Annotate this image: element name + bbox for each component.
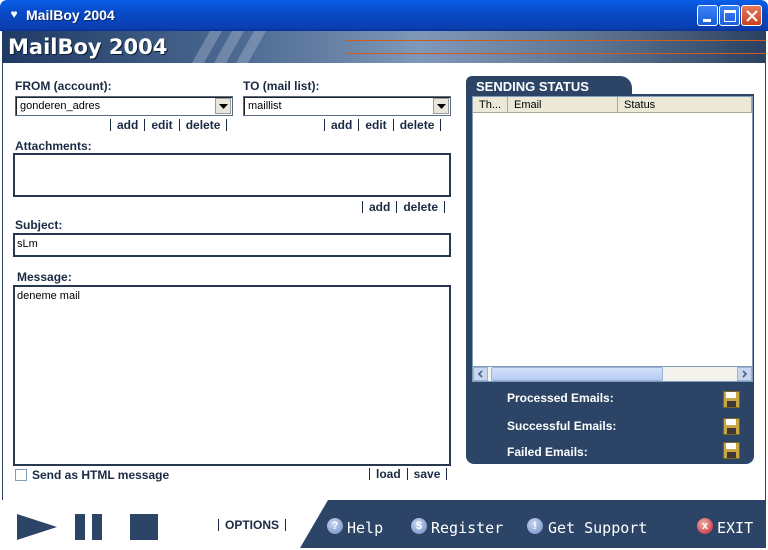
help-button[interactable]: Help bbox=[347, 519, 383, 537]
html-message-label[interactable]: Send as HTML message bbox=[32, 468, 169, 482]
minimize-icon bbox=[703, 19, 711, 22]
scroll-left-button[interactable] bbox=[473, 367, 488, 381]
from-add-link[interactable]: add bbox=[110, 119, 144, 131]
exclamation-icon[interactable]: ! bbox=[527, 518, 543, 534]
banner-decoration bbox=[192, 31, 266, 63]
to-maillist-select[interactable]: maillist bbox=[243, 96, 451, 116]
message-textarea[interactable]: deneme mail bbox=[13, 285, 451, 466]
horizontal-scrollbar[interactable] bbox=[472, 366, 753, 382]
banner-stripe bbox=[346, 53, 766, 54]
window-title: MailBoy 2004 bbox=[26, 7, 115, 23]
scroll-right-button[interactable] bbox=[737, 367, 752, 381]
minimize-button[interactable] bbox=[697, 5, 718, 26]
attachments-list[interactable] bbox=[13, 153, 451, 197]
options-button[interactable]: OPTIONS bbox=[218, 519, 287, 531]
from-edit-link[interactable]: edit bbox=[144, 119, 178, 131]
subject-input[interactable]: sLm bbox=[13, 233, 451, 257]
to-edit-link[interactable]: edit bbox=[358, 119, 392, 131]
column-header-status[interactable]: Status bbox=[618, 97, 752, 113]
column-header-email[interactable]: Email bbox=[508, 97, 618, 113]
get-support-button[interactable]: Get Support bbox=[548, 519, 647, 537]
bottom-toolbar bbox=[2, 500, 766, 548]
to-delete-link[interactable]: delete bbox=[392, 119, 442, 131]
to-label: TO (mail list): bbox=[243, 79, 320, 93]
maximize-icon bbox=[724, 10, 736, 22]
play-icon[interactable] bbox=[17, 514, 57, 540]
x-icon[interactable]: x bbox=[697, 518, 713, 534]
app-banner: MailBoy 2004 bbox=[2, 31, 766, 63]
from-label: FROM (account): bbox=[15, 79, 112, 93]
window-titlebar[interactable]: ♥ MailBoy 2004 bbox=[0, 0, 768, 31]
subject-label: Subject: bbox=[15, 218, 63, 232]
attachments-add-link[interactable]: add bbox=[362, 201, 396, 213]
to-maillist-value: maillist bbox=[248, 100, 282, 112]
floppy-disk-icon[interactable] bbox=[723, 442, 740, 459]
app-logo: MailBoy 2004 bbox=[8, 35, 168, 59]
from-links: add edit delete bbox=[110, 118, 228, 132]
chevron-down-icon[interactable] bbox=[433, 98, 449, 114]
pause-icon[interactable] bbox=[75, 514, 103, 540]
app-heart-icon[interactable]: ♥ bbox=[7, 8, 21, 21]
sending-status-title: SENDING STATUS bbox=[476, 79, 589, 94]
close-icon bbox=[746, 10, 758, 22]
from-delete-link[interactable]: delete bbox=[178, 119, 228, 131]
message-links: load save bbox=[369, 467, 448, 481]
message-load-link[interactable]: load bbox=[369, 468, 407, 480]
html-message-checkbox[interactable] bbox=[15, 469, 27, 481]
dollar-icon[interactable]: $ bbox=[411, 518, 427, 534]
sending-status-tab: SENDING STATUS bbox=[466, 76, 632, 96]
column-header-thread[interactable]: Th... bbox=[473, 97, 508, 113]
close-button[interactable] bbox=[741, 5, 762, 26]
register-button[interactable]: Register bbox=[431, 519, 503, 537]
from-account-value: gonderen_adres bbox=[20, 100, 101, 112]
from-account-select[interactable]: gonderen_adres bbox=[15, 96, 233, 116]
processed-emails-label: Processed Emails: bbox=[507, 391, 614, 405]
chevron-down-icon[interactable] bbox=[215, 98, 231, 114]
to-links: add edit delete bbox=[324, 118, 442, 132]
maximize-button[interactable] bbox=[719, 5, 740, 26]
attachments-delete-link[interactable]: delete bbox=[396, 201, 446, 213]
scroll-thumb[interactable] bbox=[491, 367, 663, 381]
chevron-right-icon bbox=[742, 370, 748, 378]
to-add-link[interactable]: add bbox=[324, 119, 358, 131]
stop-icon[interactable] bbox=[130, 514, 158, 540]
attachments-links: add delete bbox=[362, 200, 446, 214]
successful-emails-label: Successful Emails: bbox=[507, 419, 617, 433]
banner-stripe bbox=[346, 40, 766, 41]
message-label: Message: bbox=[17, 270, 72, 284]
subject-value: sLm bbox=[17, 238, 38, 250]
floppy-disk-icon[interactable] bbox=[723, 418, 740, 435]
message-value: deneme mail bbox=[17, 290, 80, 302]
options-link-group: OPTIONS bbox=[218, 518, 287, 532]
message-save-link[interactable]: save bbox=[406, 468, 448, 480]
chevron-left-icon bbox=[477, 370, 483, 378]
attachments-label: Attachments: bbox=[15, 139, 92, 153]
exit-button[interactable]: EXIT bbox=[717, 519, 753, 537]
floppy-disk-icon[interactable] bbox=[723, 391, 740, 408]
failed-emails-label: Failed Emails: bbox=[507, 445, 588, 459]
status-list[interactable]: Th... Email Status bbox=[472, 96, 753, 382]
question-icon[interactable]: ? bbox=[327, 518, 343, 534]
